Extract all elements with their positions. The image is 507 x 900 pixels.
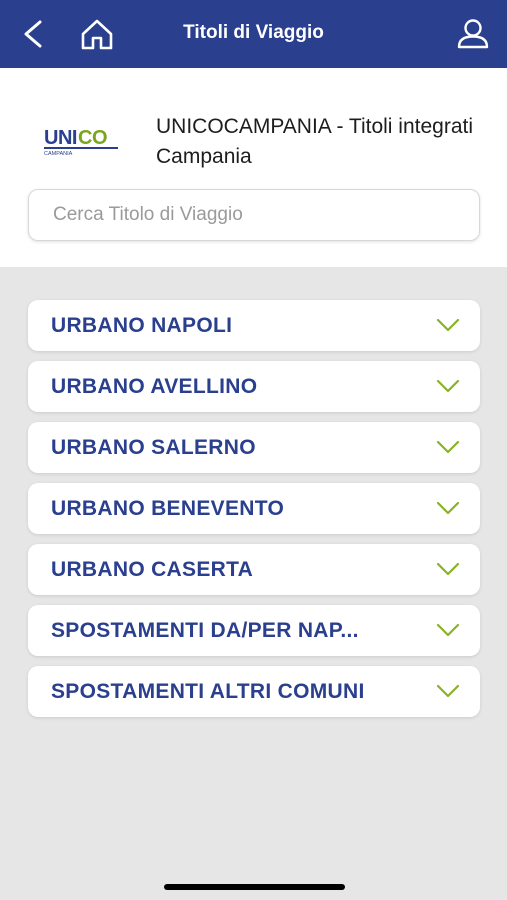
category-item-urbano-napoli[interactable]: URBANO NAPOLI [28,300,480,351]
page-title: Titoli di Viaggio [183,22,324,43]
category-item-urbano-avellino[interactable]: URBANO AVELLINO [28,361,480,412]
home-indicator[interactable] [164,884,345,890]
provider-name: UNICOCAMPANIA - Titoli integrati Campani… [156,115,474,168]
chevron-down-icon [436,318,460,332]
category-item-urbano-caserta[interactable]: URBANO CASERTA [28,544,480,595]
search-field[interactable] [28,189,480,241]
category-item-urbano-benevento[interactable]: URBANO BENEVENTO [28,483,480,534]
chevron-down-icon [436,379,460,393]
chevron-down-icon [436,440,460,454]
category-item-spostamenti-napoli[interactable]: SPOSTAMENTI DA/PER NAP... [28,605,480,656]
category-label: URBANO CASERTA [51,558,254,581]
svg-text:CO: CO [78,127,107,149]
category-label: SPOSTAMENTI DA/PER NAP... [51,619,359,642]
category-label: SPOSTAMENTI ALTRI COMUNI [51,680,365,703]
top-navbar: Titoli di Viaggio [0,0,507,68]
chevron-down-icon [436,501,460,515]
category-label: URBANO SALERNO [51,436,256,459]
category-label: URBANO AVELLINO [51,375,258,398]
user-icon [457,19,489,49]
category-item-spostamenti-altri-comuni[interactable]: SPOSTAMENTI ALTRI COMUNI [28,666,480,717]
chevron-down-icon [436,623,460,637]
category-item-urbano-salerno[interactable]: URBANO SALERNO [28,422,480,473]
category-label: URBANO BENEVENTO [51,497,285,520]
svg-text:CAMPANIA: CAMPANIA [44,151,73,156]
chevron-down-icon [436,684,460,698]
svg-text:UNI: UNI [44,127,77,149]
category-list: URBANO NAPOLI URBANO AVELLINO URBANO SAL… [28,300,480,727]
user-profile-button[interactable] [453,14,493,54]
category-label: URBANO NAPOLI [51,314,233,337]
chevron-down-icon [436,562,460,576]
search-input[interactable] [29,190,479,240]
unico-campania-logo: UNI CO CAMPANIA [43,124,121,157]
